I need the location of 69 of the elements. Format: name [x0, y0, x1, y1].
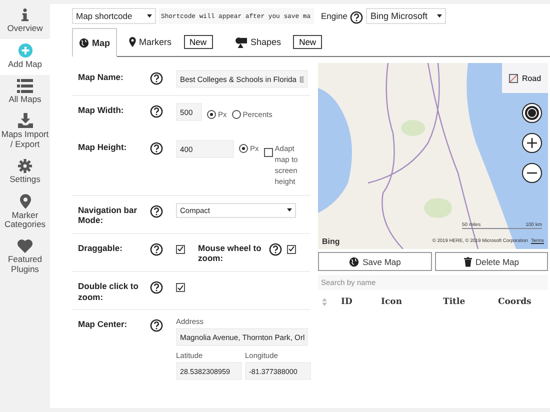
checkbox[interactable]	[176, 244, 185, 254]
new-button[interactable]: New	[184, 35, 213, 49]
help-icon[interactable]	[150, 319, 163, 332]
field-label: Double click to zoom:	[78, 280, 140, 302]
globe-icon	[79, 38, 89, 48]
zoom-in-button[interactable]	[522, 133, 542, 153]
help-icon[interactable]	[350, 10, 364, 24]
field-label: Map Name:	[78, 71, 124, 83]
save-map-button[interactable]: Save Map	[318, 252, 432, 271]
id-card-icon	[300, 74, 304, 84]
field-label: Navigation bar Mode:	[78, 204, 138, 226]
checkbox[interactable]	[287, 244, 296, 254]
engine-select[interactable]: Bing Microsoft	[366, 8, 446, 24]
zoom-out-button[interactable]	[522, 163, 542, 183]
engine-label: Engine	[321, 11, 348, 21]
sidebar-item[interactable]: All Maps	[0, 74, 50, 110]
help-icon[interactable]	[150, 281, 163, 294]
plus-circle-icon	[18, 42, 32, 58]
help-icon[interactable]	[150, 105, 163, 118]
column-header[interactable]: Title	[443, 297, 498, 307]
help-icon[interactable]	[269, 242, 282, 256]
help-icon[interactable]	[150, 204, 163, 218]
locate-button[interactable]	[522, 103, 542, 123]
column-header[interactable]: Icon	[381, 297, 443, 307]
field-label: Map Height:	[78, 141, 128, 153]
radio-button[interactable]	[239, 144, 248, 153]
shortcode-select[interactable]: Map shortcode	[72, 8, 156, 24]
list-icon	[17, 78, 33, 93]
checkbox[interactable]	[264, 148, 273, 157]
minus-icon	[527, 172, 537, 174]
sidebar-item[interactable]: Maps Import / Export	[0, 109, 50, 155]
shapes-icon	[234, 36, 248, 48]
checkbox[interactable]	[176, 283, 185, 292]
sidebar-item[interactable]: Featured Plugins	[0, 235, 50, 280]
help-icon[interactable]	[150, 242, 163, 256]
map-logo: Bing	[322, 237, 340, 246]
caret-icon	[437, 14, 442, 18]
globe-icon	[348, 256, 359, 266]
caret-icon	[147, 14, 152, 18]
tab[interactable]: Shapes	[228, 28, 288, 56]
sidebar-item[interactable]: Settings	[0, 154, 50, 190]
map-icon	[508, 74, 518, 82]
map-pin-icon	[20, 194, 30, 209]
field-label: Map Center:	[78, 318, 128, 330]
field-label: Map Width:	[78, 104, 125, 116]
field-label: Mouse wheel to zoom:	[198, 242, 262, 264]
delete-map-button[interactable]: Delete Map	[434, 252, 548, 271]
tab[interactable]: Map	[72, 28, 117, 57]
download-tray-icon	[18, 113, 32, 128]
sidebar-item[interactable]: Add Map	[0, 38, 50, 75]
caret-icon	[287, 208, 292, 212]
plus-icon	[527, 138, 537, 148]
new-button[interactable]: New	[293, 35, 322, 49]
map-type-button[interactable]: Road	[502, 63, 548, 93]
help-icon[interactable]	[150, 72, 163, 85]
radio-button[interactable]	[207, 110, 216, 118]
settings-icon	[18, 158, 32, 173]
sidebar-item[interactable]: Marker Categories	[0, 190, 50, 236]
column-header[interactable]: ID	[341, 297, 381, 307]
tab[interactable]: Markers	[123, 28, 178, 56]
field-label: Draggable:	[78, 242, 124, 254]
heart-icon	[17, 239, 33, 254]
radio-button[interactable]	[232, 110, 241, 118]
column-header[interactable]: Coords	[498, 297, 538, 307]
trash-icon	[464, 256, 472, 266]
sort-icon	[322, 298, 327, 306]
map-pin-icon	[129, 37, 136, 47]
sidebar-item[interactable]: Overview	[0, 4, 50, 39]
help-icon[interactable]	[150, 142, 163, 155]
